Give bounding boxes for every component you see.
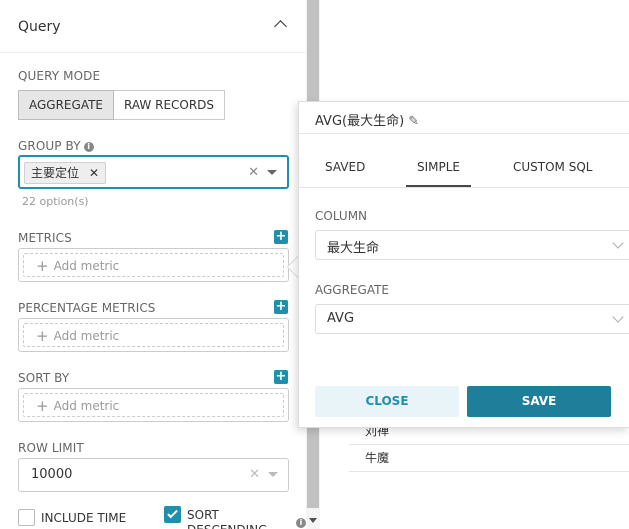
close-button[interactable]: CLOSE: [315, 386, 459, 417]
query-panel-header[interactable]: Query: [0, 0, 306, 53]
clear-icon[interactable]: ✕: [248, 165, 259, 180]
plus-icon: +: [36, 327, 49, 345]
sort-descending-checkbox[interactable]: [164, 506, 181, 523]
chevron-down-icon[interactable]: [612, 311, 624, 323]
pencil-icon[interactable]: ✎: [408, 114, 419, 129]
group-by-tag: 主要定位 ✕: [24, 162, 107, 184]
plus-icon: +: [36, 397, 49, 415]
table-cell: 牛魔: [365, 451, 390, 465]
check-icon: [167, 507, 178, 519]
metric-title-text: AVG(最大生命): [315, 114, 405, 129]
remove-tag-icon[interactable]: ✕: [89, 166, 99, 180]
add-metric-text: Add metric: [53, 329, 120, 343]
metrics-label: METRICS: [18, 231, 72, 245]
group-by-options-hint: 22 option(s): [22, 195, 89, 208]
metric-edit-popover: AVG(最大生命) ✎ SAVED SIMPLE CUSTOM SQL COLUM…: [298, 101, 629, 428]
add-metric-placeholder[interactable]: + Add metric: [23, 253, 284, 277]
add-metric-text: Add metric: [53, 399, 120, 413]
row-limit-select[interactable]: 10000 ✕: [18, 458, 289, 492]
include-time-label: INCLUDE TIME: [41, 511, 127, 525]
divider: [299, 187, 629, 188]
caret-down-icon[interactable]: [268, 472, 278, 477]
aggregate-mode-button[interactable]: AGGREGATE: [18, 90, 115, 120]
group-by-tag-label: 主要定位: [31, 166, 80, 180]
add-metric-placeholder[interactable]: + Add metric: [23, 323, 284, 347]
query-mode-toggle: AGGREGATE RAW RECORDS: [18, 90, 226, 120]
metrics-dropzone[interactable]: + Add metric: [18, 248, 289, 282]
query-panel: Query QUERY MODE AGGREGATE RAW RECORDS G…: [0, 0, 306, 529]
scroll-down-arrow-icon[interactable]: [309, 518, 317, 523]
row-limit-value: 10000: [31, 467, 73, 482]
group-by-label-text: GROUP BY: [18, 139, 81, 153]
row-limit-label: ROW LIMIT: [18, 441, 84, 455]
info-icon[interactable]: i: [83, 142, 94, 152]
group-by-select[interactable]: 主要定位 ✕ ✕: [18, 155, 289, 189]
query-mode-label: QUERY MODE: [18, 69, 101, 83]
raw-records-mode-button[interactable]: RAW RECORDS: [114, 90, 226, 120]
save-button[interactable]: SAVE: [467, 386, 611, 417]
table-row: 牛魔: [349, 445, 629, 472]
add-percentage-metrics-button[interactable]: +: [274, 300, 288, 314]
clear-icon[interactable]: ✕: [249, 467, 260, 482]
divider: [299, 133, 629, 134]
include-time-checkbox[interactable]: [18, 509, 35, 526]
caret-down-icon[interactable]: [267, 170, 277, 175]
explore-view: 刘禅 牛魔 Query QUERY MODE AGGREGATE RAW REC…: [0, 0, 629, 529]
info-icon[interactable]: i: [296, 518, 306, 528]
sort-by-label: SORT BY: [18, 371, 70, 385]
aggregate-label: AGGREGATE: [315, 283, 390, 297]
add-metrics-button[interactable]: +: [274, 230, 288, 244]
column-select[interactable]: 最大生命: [315, 230, 629, 260]
chevron-up-icon[interactable]: [274, 20, 287, 33]
add-sort-by-button[interactable]: +: [274, 370, 288, 384]
chevron-down-icon[interactable]: [612, 237, 624, 249]
tab-simple[interactable]: SIMPLE: [417, 160, 460, 174]
percentage-metrics-dropzone[interactable]: + Add metric: [18, 318, 289, 352]
sort-by-dropzone[interactable]: + Add metric: [18, 388, 289, 422]
metric-title[interactable]: AVG(最大生命) ✎: [315, 110, 419, 129]
plus-icon: +: [36, 257, 49, 275]
tab-custom-sql[interactable]: CUSTOM SQL: [513, 160, 592, 174]
column-value: 最大生命: [327, 241, 380, 256]
add-metric-placeholder[interactable]: + Add metric: [23, 393, 284, 417]
add-metric-text: Add metric: [53, 259, 120, 273]
panel-title: Query: [18, 19, 61, 35]
column-label: COLUMN: [315, 209, 368, 223]
aggregate-value: AVG: [327, 311, 355, 326]
sort-descending-label: SORT DESCENDING: [187, 508, 267, 529]
tab-saved[interactable]: SAVED: [325, 160, 365, 174]
aggregate-select[interactable]: AVG: [315, 304, 629, 334]
group-by-label: GROUP BY i: [18, 139, 94, 153]
percentage-metrics-label: PERCENTAGE METRICS: [18, 301, 156, 315]
